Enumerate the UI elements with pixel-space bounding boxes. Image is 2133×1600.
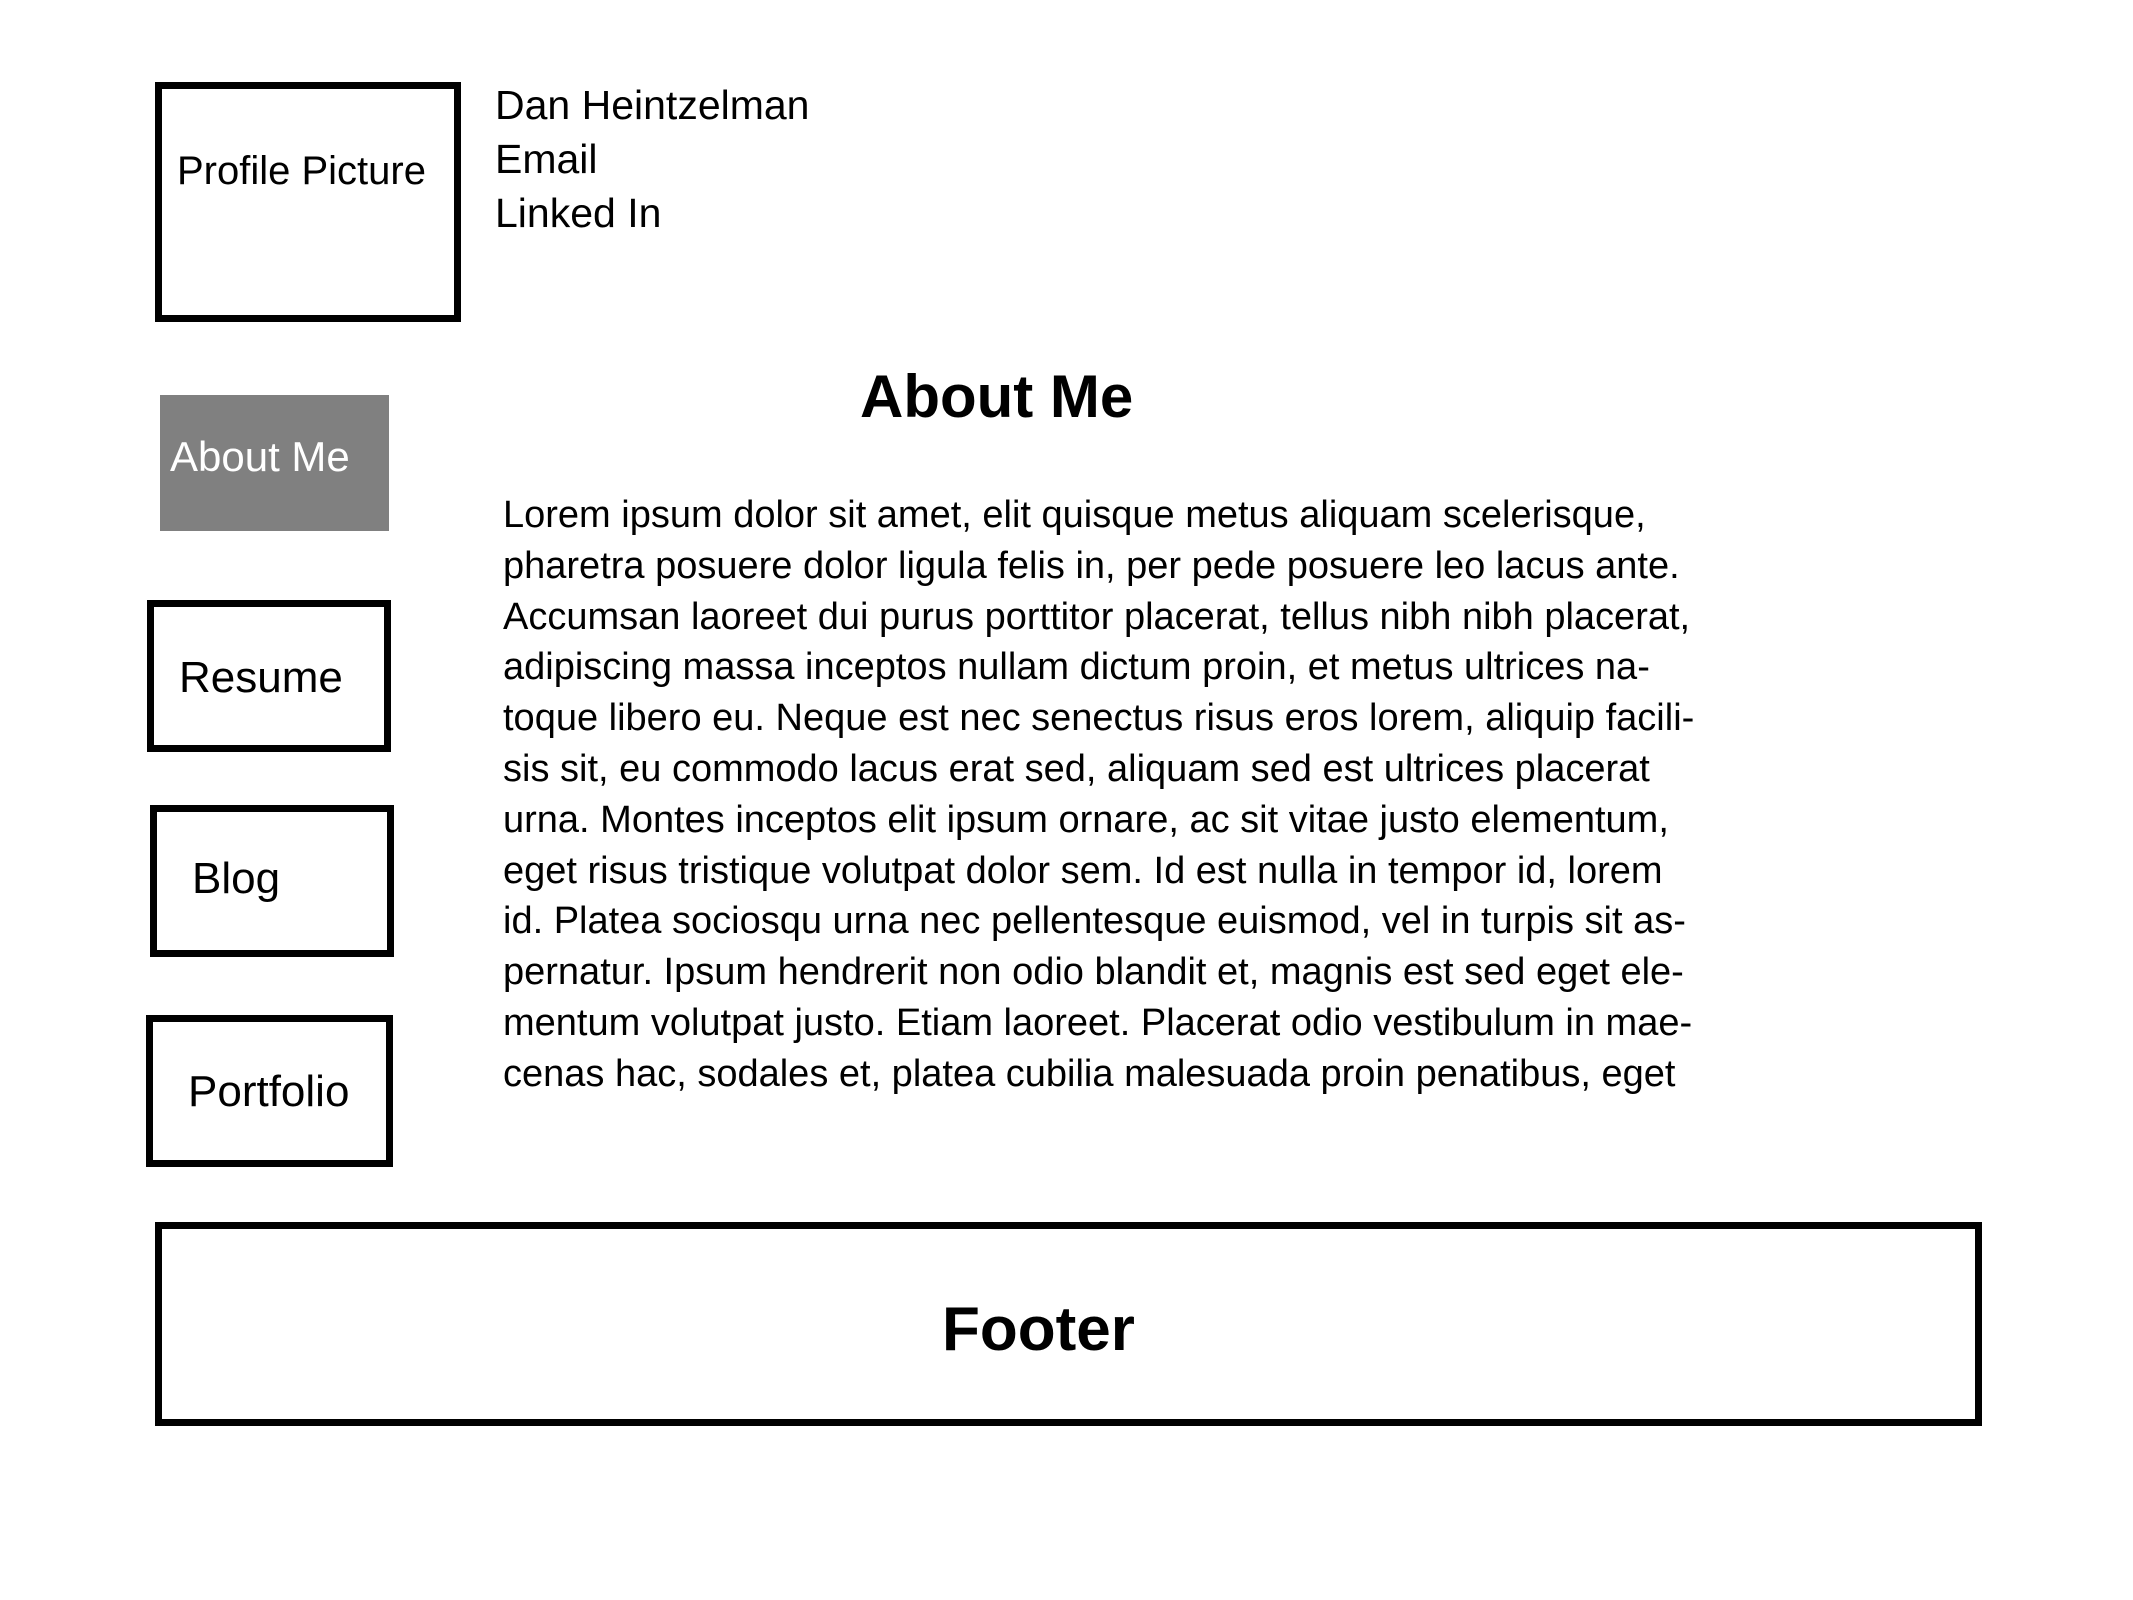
contact-info: Dan Heintzelman Email Linked In — [495, 78, 810, 240]
profile-picture-label: Profile Picture — [177, 149, 426, 193]
nav-blog[interactable]: Blog — [150, 805, 394, 957]
body-line: Accumsan laoreet dui purus porttitor pla… — [503, 595, 1691, 638]
profile-picture: Profile Picture — [155, 82, 461, 322]
about-body-text: Lorem ipsum dolor sit amet, elit quisque… — [503, 490, 1803, 1100]
body-line: cenas hac, sodales et, platea cubilia ma… — [503, 1052, 1676, 1095]
nav-resume-label: Resume — [179, 653, 343, 702]
nav-about-me-label: About Me — [170, 433, 350, 480]
body-line: toque libero eu. Neque est nec senectus … — [503, 697, 1695, 740]
page-title: About Me — [860, 363, 1134, 430]
body-line: urna. Montes inceptos elit ipsum ornare,… — [503, 798, 1669, 841]
body-line: pernatur. Ipsum hendrerit non odio bland… — [503, 951, 1684, 994]
body-line: id. Platea sociosqu urna nec pellentesqu… — [503, 900, 1686, 943]
user-name: Dan Heintzelman — [495, 82, 810, 128]
body-line: mentum volutpat justo. Etiam laoreet. Pl… — [503, 1001, 1693, 1044]
footer: Footer — [155, 1222, 1982, 1426]
body-line: Lorem ipsum dolor sit amet, elit quisque… — [503, 494, 1646, 536]
nav-about-me[interactable]: About Me — [160, 395, 389, 531]
body-line: pharetra posuere dolor ligula felis in, … — [503, 544, 1680, 587]
nav-blog-label: Blog — [192, 854, 281, 903]
body-line: sis sit, eu commodo lacus erat sed, aliq… — [503, 747, 1650, 790]
body-line: eget risus tristique volutpat dolor sem.… — [503, 849, 1663, 892]
nav-portfolio-label: Portfolio — [188, 1067, 350, 1116]
linkedin-link[interactable]: Linked In — [495, 186, 810, 240]
body-line: adipiscing massa inceptos nullam dictum … — [503, 646, 1650, 689]
nav-portfolio[interactable]: Portfolio — [146, 1015, 393, 1167]
email-link[interactable]: Email — [495, 132, 810, 186]
nav-resume[interactable]: Resume — [147, 600, 391, 752]
footer-label: Footer — [942, 1295, 1135, 1364]
